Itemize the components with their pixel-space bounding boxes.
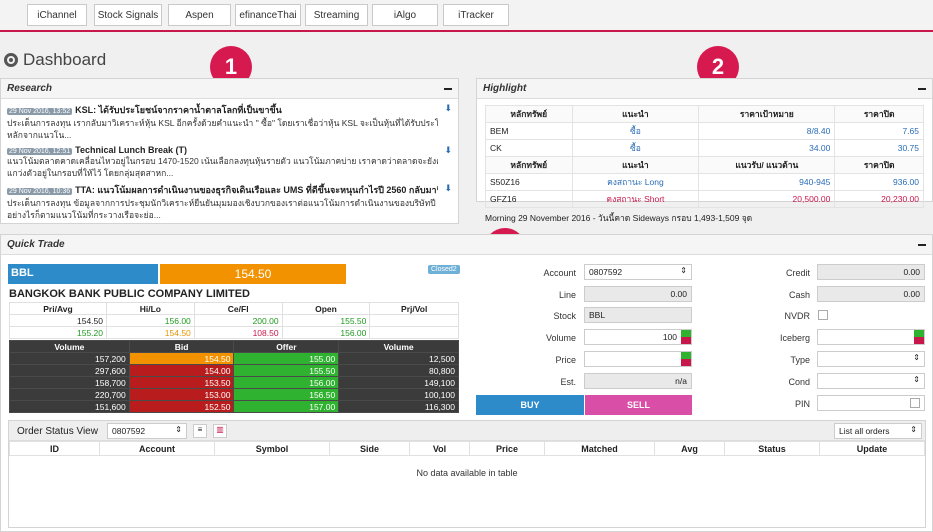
pin-input[interactable] (817, 395, 925, 411)
stock-header: BBL 154.50 (8, 264, 346, 284)
sell-button[interactable]: SELL (585, 395, 692, 415)
col-id[interactable]: ID (9, 441, 100, 456)
company-name: BANGKOK BANK PUBLIC COMPANY LIMITED (9, 288, 250, 300)
tab-ichannel[interactable]: iChannel (27, 4, 87, 26)
table-row[interactable]: CK ซื้อ 34.00 30.75 (485, 139, 924, 157)
highlight-table: หลักทรัพย์ แนะนำ ราคาเป้าหมาย ราคาปิด BE… (485, 105, 924, 208)
highlight-panel: Highlight หลักทรัพย์ แนะนำ ราคาเป้าหมาย … (476, 78, 933, 223)
list-item[interactable]: 29 Nov 2016, 12:51 Technical Lunch Break … (7, 145, 452, 179)
table-row[interactable]: 157,200 154.50 155.00 12,500 (9, 352, 459, 365)
list-icon[interactable]: ≡ (193, 424, 207, 438)
decrement-icon[interactable] (681, 337, 691, 344)
highlight-note: Morning 29 November 2016 - วันนี้คาด Sid… (485, 213, 753, 223)
trash-icon[interactable]: ▥ (213, 424, 227, 438)
cash-field: 0.00 (817, 286, 925, 302)
table-row[interactable]: S50Z16 คงสถานะ Long 940-945 936.00 (485, 173, 924, 191)
download-icon[interactable]: ⬇ (444, 145, 452, 156)
table-row[interactable]: GFZ16 คงสถานะ Short 20,500.00 20,230.00 (485, 190, 924, 208)
chevron-down-icon: ⇕ (913, 375, 920, 384)
table-row[interactable]: 151,600 152.50 157.00 116,300 (9, 400, 459, 413)
increment-icon[interactable] (914, 330, 924, 337)
chevron-down-icon: ⇕ (680, 266, 687, 275)
quote-table: Pri/Avg Hi/Lo Ce/Fl Open Prj/Vol 154.50 … (9, 302, 459, 339)
status-badge: Closed2 (428, 265, 460, 274)
minimize-icon[interactable] (918, 87, 926, 90)
stock-symbol[interactable]: BBL (8, 264, 158, 284)
empty-table-message: No data available in table (416, 468, 518, 478)
order-status-label: Order Status View (17, 426, 98, 437)
buy-button[interactable]: BUY (476, 395, 584, 415)
table-row[interactable]: BEM ซื้อ 8/8.40 7.65 (485, 122, 924, 140)
credit-field: 0.00 (817, 264, 925, 280)
minimize-icon[interactable] (444, 87, 452, 90)
iceberg-stepper[interactable] (817, 329, 925, 345)
tab-stock-signals[interactable]: Stock Signals (94, 4, 162, 26)
increment-icon[interactable] (681, 352, 691, 359)
decrement-icon[interactable] (914, 337, 924, 344)
research-title: Research (7, 83, 53, 94)
order-filter-select[interactable]: List all orders ⇕ (834, 423, 922, 439)
table-row[interactable]: 158,700 153.50 156.00 149,100 (9, 376, 459, 389)
volume-stepper[interactable]: 100 (584, 329, 692, 345)
tab-streaming[interactable]: Streaming (305, 4, 368, 26)
stock-price: 154.50 (160, 264, 346, 284)
table-row[interactable]: 297,600 154.00 155.50 80,800 (9, 364, 459, 377)
nvdr-checkbox[interactable] (818, 310, 828, 320)
list-item[interactable]: 29 Nov 2016, 13:52 KSL: ได้รับประโยชน์จาก… (7, 103, 452, 141)
line-field: 0.00 (584, 286, 692, 302)
cond-select[interactable]: ⇕ (817, 373, 925, 389)
stock-field[interactable]: BBL (584, 307, 692, 323)
tab-itracker[interactable]: iTracker (443, 4, 509, 26)
minimize-icon[interactable] (918, 243, 926, 246)
chevron-down-icon: ⇕ (910, 425, 917, 434)
quick-trade-title: Quick Trade (7, 239, 65, 250)
highlight-title: Highlight (483, 83, 527, 94)
market-depth: Volume Bid Offer Volume 157,200 154.50 1… (9, 340, 459, 413)
account-select[interactable]: 0807592 ⇕ (584, 264, 692, 280)
tab-efinancethai[interactable]: efinanceThai (235, 4, 301, 26)
top-nav: iChannel Stock Signals Aspen efinanceTha… (0, 0, 933, 32)
table-row[interactable]: 220,700 153.00 156.50 100,100 (9, 388, 459, 401)
download-icon[interactable]: ⬇ (444, 183, 452, 194)
tab-ialgo[interactable]: iAlgo (372, 4, 438, 26)
list-item[interactable]: 29 Nov 2016, 10:36 TTA: แนวโน้มผลการดำเนิ… (7, 183, 452, 221)
order-account-select[interactable]: 0807592 ⇕ (107, 423, 187, 439)
estimate-field: n/a (584, 373, 692, 389)
increment-icon[interactable] (681, 330, 691, 337)
download-icon[interactable]: ⬇ (444, 103, 452, 114)
chevron-down-icon: ⇕ (175, 425, 182, 434)
tab-aspen[interactable]: Aspen (168, 4, 231, 26)
price-stepper[interactable] (584, 351, 692, 367)
dashboard-icon (4, 53, 18, 67)
order-status-view: Order Status View 0807592 ⇕ ≡ ▥ List all … (8, 420, 926, 528)
chevron-down-icon: ⇕ (913, 353, 920, 362)
page-title: Dashboard (4, 50, 106, 70)
research-panel: Research 29 Nov 2016, 13:52 KSL: ได้รับปร… (0, 78, 459, 224)
type-select[interactable]: ⇕ (817, 351, 925, 367)
decrement-icon[interactable] (681, 359, 691, 366)
